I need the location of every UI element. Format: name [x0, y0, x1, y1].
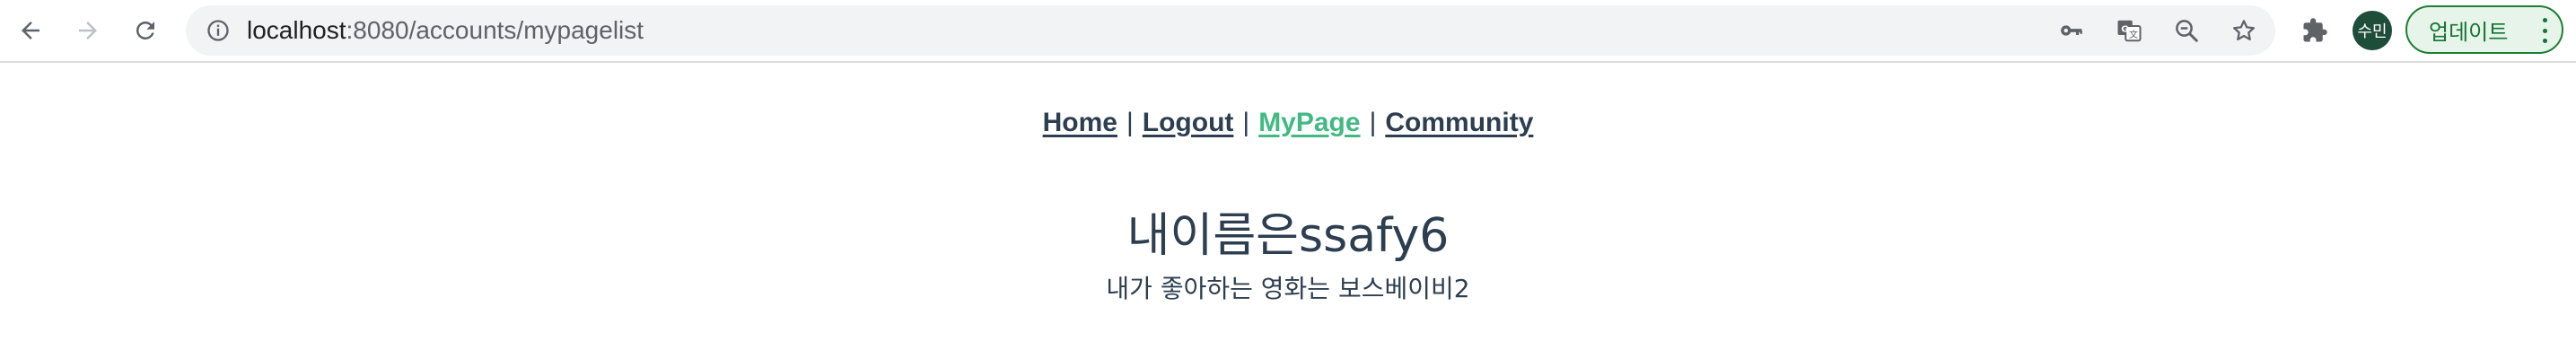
- nav-separator: |: [1369, 108, 1377, 137]
- forward-arrow-icon: [79, 22, 97, 39]
- url-text[interactable]: localhost:8080/accounts/mypagelist: [247, 5, 644, 56]
- nav-link-logout[interactable]: Logout: [1143, 108, 1234, 137]
- profile-avatar[interactable]: 수민: [2353, 11, 2392, 50]
- zoom-out-icon: [2176, 20, 2198, 42]
- nav-link-home[interactable]: Home: [1043, 108, 1117, 137]
- extensions-button[interactable]: [2293, 9, 2336, 52]
- zoom-button[interactable]: [2170, 14, 2203, 47]
- address-bar[interactable]: localhost:8080/accounts/mypagelist G 文: [186, 5, 2275, 56]
- star-icon: [2233, 20, 2255, 40]
- nav-separator: |: [1242, 108, 1250, 137]
- browser-toolbar: localhost:8080/accounts/mypagelist G 文 수…: [0, 0, 2576, 63]
- back-button[interactable]: [9, 9, 52, 52]
- main-nav: Home | Logout | MyPage | Community: [0, 108, 2576, 138]
- info-icon: [207, 20, 229, 41]
- reload-button[interactable]: [124, 9, 167, 52]
- page-content: Home | Logout | MyPage | Community 내이름은ssafy6 …: [0, 63, 2576, 359]
- translate-button[interactable]: G 文: [2113, 14, 2145, 47]
- more-vertical-icon: [2542, 18, 2547, 43]
- bookmark-button[interactable]: [2228, 14, 2260, 47]
- update-label: 업데이트: [2429, 19, 2509, 45]
- back-arrow-icon: [22, 22, 39, 39]
- url-path: :8080/accounts/mypagelist: [346, 16, 644, 44]
- svg-text:G: G: [2121, 24, 2128, 34]
- nav-link-mypage[interactable]: MyPage: [1258, 108, 1360, 137]
- url-host: localhost: [247, 16, 346, 44]
- key-icon: [2061, 25, 2082, 36]
- favorite-movie-text: 내가 좋아하는 영화는 보스베이비2: [1106, 274, 1470, 303]
- site-info-button[interactable]: [202, 14, 234, 47]
- page-title: 내이름은ssafy6: [1126, 209, 1450, 263]
- update-button[interactable]: 업데이트: [2405, 5, 2563, 54]
- password-button[interactable]: [2055, 14, 2088, 47]
- puzzle-icon: [2303, 18, 2327, 42]
- nav-link-community[interactable]: Community: [1385, 108, 1533, 137]
- translate-icon: G 文: [2117, 20, 2142, 42]
- nav-separator: |: [1126, 108, 1134, 137]
- svg-text:文: 文: [2129, 29, 2138, 40]
- forward-button[interactable]: [66, 9, 110, 52]
- reload-icon: [136, 21, 154, 39]
